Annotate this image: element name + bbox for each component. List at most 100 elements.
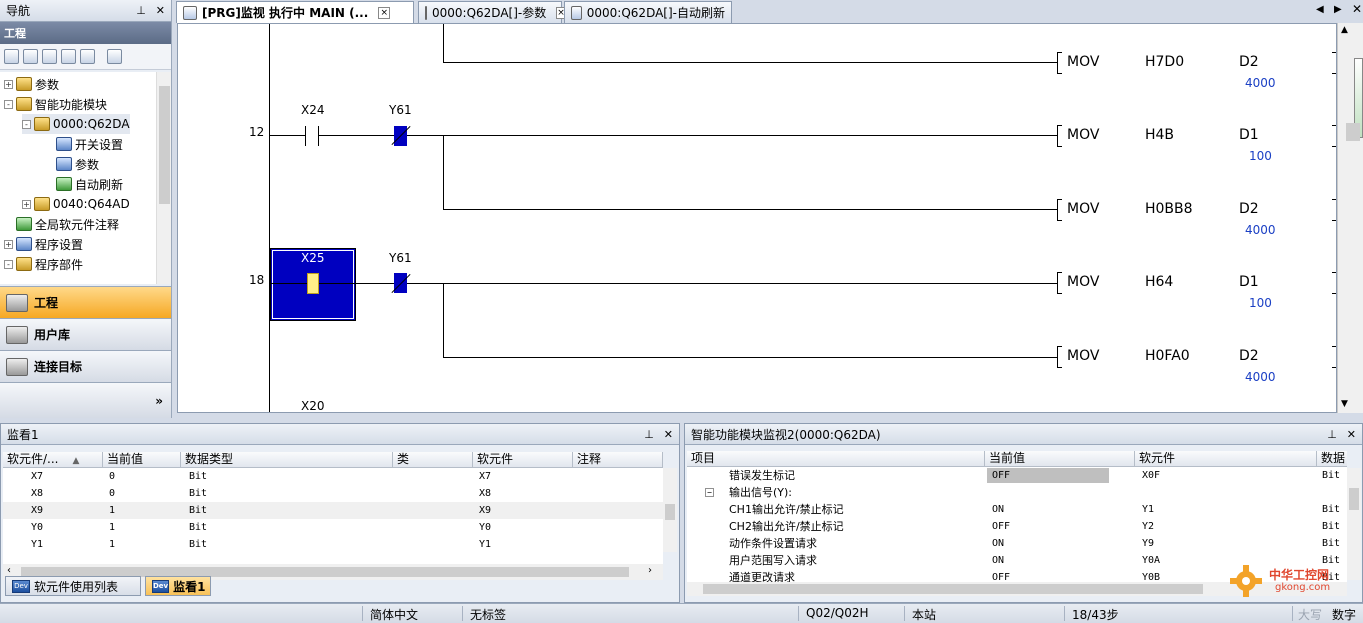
column-header[interactable]: 数据	[1317, 451, 1347, 467]
watch-vscrollbar[interactable]	[663, 468, 677, 552]
column-header[interactable]: 项目	[687, 451, 985, 467]
pin-icon[interactable]: ⊥	[136, 4, 146, 17]
navigation-title-bar: 导航 ⊥ ✕	[0, 0, 171, 22]
contact-x24[interactable]	[305, 126, 319, 146]
table-row[interactable]: Y1 1 Bit Y1	[3, 536, 663, 553]
rung-line	[270, 135, 1058, 136]
tree-item-parameter[interactable]: + 参数	[4, 74, 59, 94]
paste-icon[interactable]	[42, 49, 57, 64]
column-header[interactable]: 数据类型	[181, 452, 393, 468]
refresh-icon[interactable]	[80, 49, 95, 64]
tree-item-program-parts[interactable]: - 程序部件	[4, 254, 83, 274]
bracket-left	[1057, 346, 1062, 368]
switch-icon	[56, 137, 72, 151]
nav-button-connection[interactable]: 连接目标	[0, 350, 171, 382]
program-setting-icon	[16, 237, 32, 251]
pin-icon[interactable]: ⊥	[1327, 428, 1337, 441]
close-icon[interactable]: ✕	[1352, 2, 1362, 16]
table-row[interactable]: CH1输出允许/禁止标记 ON Y1 Bit	[687, 501, 1347, 518]
scroll-right-icon[interactable]: ▶	[1334, 4, 1342, 15]
new-data-icon[interactable]	[4, 49, 19, 64]
tree-item-q62da-parameter[interactable]: 参数	[56, 154, 99, 174]
tree-item-intelligent-module[interactable]: - 智能功能模块	[4, 94, 107, 114]
scroll-up-icon[interactable]: ▲	[1341, 25, 1348, 35]
tree-item-program-setting[interactable]: + 程序设置	[4, 234, 83, 254]
mov-instruction-2[interactable]: MOV H4B D1 100	[1057, 125, 1336, 163]
tab-q62da-auto-refresh[interactable]: 0000:Q62DA[]-自动刷新	[564, 1, 732, 23]
tree-scrollbar-thumb[interactable]	[159, 86, 170, 204]
close-icon[interactable]: ✕	[664, 428, 673, 441]
sort-icon[interactable]	[107, 49, 122, 64]
scroll-down-icon[interactable]: ▼	[1341, 399, 1348, 409]
scroll-left-icon[interactable]: ◀	[1316, 4, 1324, 15]
mov-instruction-1[interactable]: MOV H7D0 D2 4000	[1057, 52, 1336, 90]
ladder-scrollbar-thumb[interactable]	[1346, 123, 1360, 141]
table-row[interactable]: X9 1 Bit X9	[3, 502, 663, 519]
ladder-scrollbar[interactable]: ▲ ▼	[1337, 23, 1363, 413]
tree-item-global-comment[interactable]: 全局软元件注释	[16, 214, 119, 234]
mov-instruction-5[interactable]: MOV H0FA0 D2 4000	[1057, 346, 1336, 384]
nav-expand-button[interactable]: »	[0, 382, 171, 418]
module-icon	[34, 197, 50, 211]
module-monitor-title: 智能功能模块监视2(0000:Q62DA)	[691, 427, 881, 442]
nav-toolbar	[0, 44, 171, 70]
mov-instruction-3[interactable]: MOV H0BB8 D2 4000	[1057, 199, 1336, 237]
pin-icon[interactable]: ⊥	[644, 428, 654, 441]
tree-scrollbar[interactable]	[156, 72, 171, 284]
watch-title-bar: 监看1 ⊥ ✕	[1, 424, 679, 445]
property-icon[interactable]	[61, 49, 76, 64]
column-header[interactable]: 软元件	[473, 452, 573, 468]
column-header[interactable]: 注释	[573, 452, 663, 468]
table-row[interactable]: CH2输出允许/禁止标记 OFF Y2 Bit	[687, 518, 1347, 535]
contact-x25-active[interactable]	[307, 273, 319, 294]
mov-instruction-4[interactable]: MOV H64 D1 100	[1057, 272, 1336, 310]
column-header[interactable]: 类	[393, 452, 473, 468]
table-row[interactable]: X8 0 Bit X8	[3, 485, 663, 502]
rung-line	[443, 209, 1058, 210]
close-icon[interactable]: ✕	[1347, 428, 1356, 441]
bracket-left	[1057, 52, 1062, 74]
tree-item-q62da[interactable]: -0000:Q62DA	[22, 114, 130, 134]
bracket-left	[1057, 272, 1062, 294]
nav-button-project[interactable]: 工程	[0, 286, 171, 318]
nav-button-user-library[interactable]: 用户库	[0, 318, 171, 350]
column-header[interactable]: 软元件	[1135, 451, 1317, 467]
bracket-left	[1057, 199, 1062, 221]
navigation-panel: 导航 ⊥ ✕ 工程 + 参数 - 智能功能模块 -0000:Q62DA 开关设置 参数…	[0, 0, 172, 418]
column-header[interactable]: 当前值	[103, 452, 181, 468]
table-row[interactable]: 错误发生标记 OFF X0F Bit	[687, 467, 1347, 484]
ladder-editor[interactable]: 12 X24 Y61 18 X25 Y61 X20 MOV H7D0 D2 40…	[177, 23, 1337, 413]
module-monitor-hscrollbar-thumb[interactable]	[703, 584, 1203, 594]
tab-main-program[interactable]: [PRG]监视 执行中 MAIN (... ×	[176, 1, 414, 23]
project-tree: + 参数 - 智能功能模块 -0000:Q62DA 开关设置 参数 自动刷新 +00…	[0, 72, 156, 284]
column-header[interactable]: 软元件/... ▲	[3, 452, 103, 468]
table-row[interactable]: − 输出信号(Y):	[687, 484, 1347, 501]
table-row[interactable]: X7 0 Bit X7	[3, 468, 663, 485]
tree-item-switch-setting[interactable]: 开关设置	[56, 134, 123, 154]
globe-icon	[16, 217, 32, 231]
table-row[interactable]: Y0 1 Bit Y0	[3, 519, 663, 536]
close-icon[interactable]: ×	[378, 6, 391, 19]
device-icon: Dev	[12, 579, 30, 593]
copy-icon[interactable]	[23, 49, 38, 64]
close-icon[interactable]: ✕	[156, 4, 165, 17]
branch-line	[443, 135, 444, 209]
navigation-title: 导航	[6, 4, 31, 18]
scroll-right-icon[interactable]: ›	[648, 565, 652, 576]
status-label: 无标签	[470, 608, 507, 622]
tree-item-auto-refresh[interactable]: 自动刷新	[56, 174, 123, 194]
tab-device-list[interactable]: Dev 软元件使用列表	[5, 576, 141, 596]
contact-label: X25	[301, 251, 325, 265]
collapse-icon[interactable]: −	[705, 488, 714, 497]
scroll-left-icon[interactable]: ‹	[7, 565, 11, 576]
tree-item-q64ad[interactable]: +0040:Q64AD	[22, 194, 130, 214]
bracket-left	[1057, 125, 1062, 147]
tab-watch1[interactable]: Dev 监看1	[145, 576, 211, 596]
rung-line	[443, 357, 1058, 358]
tab-q62da-parameter[interactable]: 0000:Q62DA[]-参数 ×	[418, 1, 566, 23]
table-row[interactable]: 动作条件设置请求 ON Y9 Bit	[687, 535, 1347, 552]
gear-icon	[1230, 565, 1262, 597]
contact-label: Y61	[389, 103, 412, 117]
module-icon	[16, 97, 32, 111]
column-header[interactable]: 当前值	[985, 451, 1135, 467]
